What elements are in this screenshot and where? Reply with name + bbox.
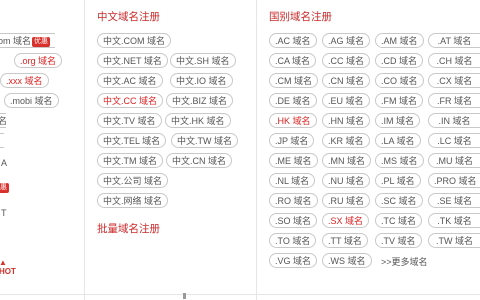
country-domain-pill[interactable]: .TW 域名 (428, 233, 480, 248)
country-domain-pill[interactable]: .MS 域名 (375, 153, 424, 168)
cn-domain-pill[interactable]: 中文.HK 域名 (165, 113, 231, 128)
country-domain-pill[interactable]: .NU 域名 (322, 173, 371, 188)
country-domain-pill[interactable]: .CH 域名 (428, 53, 480, 68)
country-domain-pill[interactable]: .MN 域名 (322, 153, 371, 168)
country-domain-pill[interactable]: .HK 域名 (269, 113, 317, 128)
discount-badge-partial: 惠 (0, 183, 9, 193)
country-domain-pill[interactable]: .CO 域名 (375, 73, 424, 88)
domain-pill-partial-2[interactable] (0, 133, 4, 148)
domain-pill-mobi[interactable]: .mobi 域名 (4, 93, 59, 108)
domain-pill-org[interactable]: .org 域名 (14, 53, 63, 68)
country-domain-pill[interactable]: .AG 域名 (322, 33, 371, 48)
country-domain-pill[interactable]: .TT 域名 (322, 233, 368, 248)
country-domain-pill[interactable]: .EU 域名 (322, 93, 370, 108)
cn-domain-pill[interactable]: 中文.BIZ 域名 (166, 93, 234, 108)
country-domain-pill[interactable]: .CN 域名 (322, 73, 371, 88)
country-domain-pill[interactable]: .FM 域名 (375, 93, 423, 108)
country-domain-pill[interactable]: .SE 域名 (428, 193, 480, 208)
country-domain-pill[interactable]: .JP 域名 (269, 133, 315, 148)
country-domain-pill[interactable]: .KR 域名 (322, 133, 370, 148)
country-domain-pill[interactable]: .AM 域名 (375, 33, 424, 48)
cn-domain-pill[interactable]: 中文.网络 域名 (97, 193, 169, 208)
cn-domain-pill[interactable]: 中文.SH 域名 (170, 53, 236, 68)
country-domain-pill[interactable]: .IN 域名 (428, 113, 480, 128)
cn-domain-pill[interactable]: 中文.CN 域名 (166, 153, 233, 168)
country-domain-pill[interactable]: .FR 域名 (428, 93, 480, 108)
cn-domain-pill[interactable]: 中文.COM 域名 (97, 33, 171, 48)
pill-label: om 域名 (0, 36, 32, 46)
hot-icon: ▲ HOT (0, 258, 16, 276)
country-domain-pill[interactable]: .RU 域名 (322, 193, 371, 208)
country-domain-pill[interactable]: .RO 域名 (269, 193, 318, 208)
section-title-chinese[interactable]: 中文域名注册 (97, 9, 160, 24)
country-domain-pill[interactable]: .ME 域名 (269, 153, 318, 168)
country-domain-pill[interactable]: .AT 域名 (428, 33, 480, 48)
discount-badge: 优惠 (32, 36, 51, 47)
cn-domain-pill[interactable]: 中文.CC 域名 (97, 93, 164, 108)
partial-text-b: T (1, 208, 7, 218)
country-domain-pill[interactable]: .VG 域名 (269, 253, 318, 268)
country-domain-pill[interactable]: .CC 域名 (322, 53, 371, 68)
country-domain-pill[interactable]: .CA 域名 (269, 53, 317, 68)
left-column: om 域名 优惠 .org 域名 .xxx 域名 .mobi 域名 名 A 惠 T… (0, 0, 84, 300)
country-domain-pill[interactable]: .TC 域名 (375, 213, 422, 228)
country-domain-pill[interactable]: .HN 域名 (322, 113, 371, 128)
chinese-domain-section: 中文域名注册 中文.COM 域名 中文.NET 域名 中文.SH 域名 中文.A… (84, 0, 257, 300)
cn-domain-pill[interactable]: 中文.公司 域名 (97, 173, 169, 188)
cn-domain-pill[interactable]: 中文.TEL 域名 (97, 133, 167, 148)
cn-domain-pill[interactable]: 中文.NET 域名 (97, 53, 168, 68)
country-domain-pill[interactable]: .MU 域名 (428, 153, 480, 168)
country-domain-pill[interactable]: .AC 域名 (269, 33, 317, 48)
country-domain-pill[interactable]: .PL 域名 (375, 173, 421, 188)
cn-domain-pill[interactable]: 中文.AC 域名 (97, 73, 163, 88)
domain-pill-xxx[interactable]: .xxx 域名 (0, 73, 49, 88)
country-domain-pill[interactable]: .SC 域名 (375, 193, 423, 208)
country-domain-pill[interactable]: .DE 域名 (269, 93, 317, 108)
country-domain-pill[interactable]: .TK 域名 (428, 213, 480, 228)
country-domain-pill[interactable]: .WS 域名 (322, 253, 372, 268)
cn-domain-pill[interactable]: 中文.TW 域名 (171, 133, 238, 148)
country-domain-pill[interactable]: .CX 域名 (428, 73, 480, 88)
partial-text-a: A (1, 158, 8, 168)
domain-pill-partial-1[interactable]: 名 (0, 113, 7, 128)
country-domain-pill[interactable]: .TV 域名 (375, 233, 422, 248)
cn-domain-pill[interactable]: 中文.TV 域名 (97, 113, 162, 128)
cn-domain-pill[interactable]: 中文.TM 域名 (97, 153, 163, 168)
section-title-bulk[interactable]: 批量域名注册 (97, 221, 160, 236)
bottom-divider (0, 294, 480, 295)
country-domain-pill[interactable]: .IM 域名 (375, 113, 420, 128)
country-domain-pill[interactable]: .SX 域名 (322, 213, 370, 228)
country-domain-pill[interactable]: .LC 域名 (428, 133, 480, 148)
country-domain-pill[interactable]: .SO 域名 (269, 213, 318, 228)
scroll-indicator (183, 293, 186, 299)
country-domain-pill[interactable]: .PRO 域名 (428, 173, 480, 188)
country-domain-pill[interactable]: .LA 域名 (375, 133, 421, 148)
domain-pill-com[interactable]: om 域名 优惠 (0, 33, 56, 48)
country-domain-section: 国别域名注册 .AC 域名 .AG 域名 .AM 域名 .AT 域名 .CA 域名 .CC… (256, 0, 480, 300)
country-domain-pill[interactable]: .TO 域名 (269, 233, 317, 248)
more-domains-link[interactable]: >>更多域名 (381, 255, 428, 268)
country-domain-pill[interactable]: .CD 域名 (375, 53, 424, 68)
section-title-country[interactable]: 国别域名注册 (269, 9, 332, 24)
country-domain-pill[interactable]: .NL 域名 (269, 173, 316, 188)
country-domain-pill[interactable]: .CM 域名 (269, 73, 318, 88)
cn-domain-pill[interactable]: 中文.IO 域名 (170, 73, 233, 88)
